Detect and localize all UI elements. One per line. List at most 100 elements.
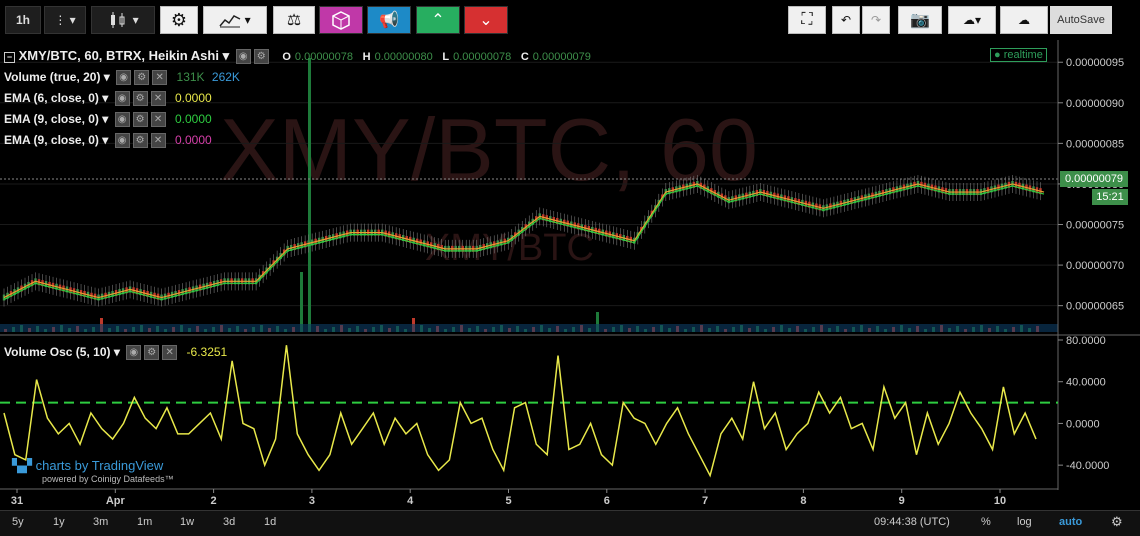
compare-button[interactable]: ⚖ — [273, 6, 315, 34]
undo-icon: ↶ — [840, 13, 852, 27]
eye-icon[interactable]: ◉ — [114, 112, 130, 128]
scale-icon: ⚖ — [286, 12, 302, 29]
fullscreen-icon: ⛶ — [801, 11, 813, 28]
range-1y[interactable]: 1y — [53, 516, 65, 528]
indicators-icon — [219, 15, 241, 28]
last-price-tag: 0.00000079 — [1060, 171, 1128, 187]
interval-dropdown[interactable]: ⋮ ▾ — [44, 6, 86, 34]
chevron-down-icon: ▾ — [244, 13, 251, 27]
chevron-down-icon: ▾ — [132, 13, 139, 27]
log-toggle[interactable]: log — [1017, 516, 1032, 528]
osc-tick-label: -40.0000 — [1066, 460, 1109, 472]
ohlc-l-value: 0.00000078 — [453, 51, 512, 63]
range-3d[interactable]: 3d — [223, 516, 235, 528]
arrow-down-icon: ⌄ — [479, 12, 493, 29]
ema1-title[interactable]: EMA (6, close, 0) — [4, 91, 99, 105]
symbol-legend: − XMY/BTC, 60, BTRX, Heikin Ashi ▾ ◉ ⚙ O0… — [4, 48, 591, 65]
gear-icon[interactable]: ⚙ — [134, 70, 150, 86]
osc-title[interactable]: Volume Osc (5, 10) — [4, 345, 110, 359]
close-icon[interactable]: ✕ — [150, 91, 166, 107]
indicators-button[interactable]: ▾ — [203, 6, 267, 34]
ohlc-c-value: 0.00000079 — [532, 51, 591, 63]
time-tick-label: 10 — [994, 495, 1006, 507]
buy-button[interactable]: ⌃ — [416, 6, 460, 34]
price-tick-label: 0.00000090 — [1066, 98, 1124, 110]
time-tick-label: 3 — [309, 495, 315, 507]
tradingview-branding[interactable]: ▚▞ charts by TradingView powered by Coin… — [12, 458, 174, 484]
volume-legend: Volume (true, 20) ▾ ◉ ⚙ ✕ 131K 262K — [4, 70, 240, 86]
gear-icon[interactable]: ⚙ — [253, 49, 269, 65]
close-icon[interactable]: ✕ — [150, 112, 166, 128]
range-1m[interactable]: 1m — [137, 516, 152, 528]
volume-bar — [300, 272, 303, 332]
ema3-title[interactable]: EMA (9, close, 0) — [4, 133, 99, 147]
autosave-button[interactable]: AutoSave — [1050, 6, 1112, 34]
announce-button[interactable]: 📢 — [367, 6, 411, 34]
close-icon[interactable]: ✕ — [150, 133, 166, 149]
arrow-up-icon: ⌃ — [431, 12, 445, 29]
range-3m[interactable]: 3m — [93, 516, 108, 528]
gear-icon[interactable]: ⚙ — [144, 345, 160, 361]
settings-button[interactable]: ⚙ — [160, 6, 198, 34]
chevron-down-icon: ▾ — [69, 13, 76, 27]
gear-icon[interactable]: ⚙ — [132, 112, 148, 128]
snapshot-button[interactable]: 📷 — [898, 6, 942, 34]
top-toolbar: 1h ⋮ ▾ ▾ ⚙ ▾ ⚖ 📢 ⌃ ⌄ ⛶ ↶ ↷ 📷 ☁▾ ☁ AutoSa… — [0, 0, 1140, 38]
time-tick-label: 2 — [211, 495, 217, 507]
osc-tick-label: 80.0000 — [1066, 335, 1106, 347]
fullscreen-button[interactable]: ⛶ — [788, 6, 826, 34]
percent-toggle[interactable]: % — [981, 516, 991, 528]
cube-icon — [332, 11, 350, 30]
interval-button[interactable]: 1h — [5, 6, 41, 34]
cloud-download-icon: ☁▾ — [962, 13, 982, 27]
time-tick-label: 5 — [505, 495, 511, 507]
gear-icon[interactable]: ⚙ — [132, 91, 148, 107]
volume-value-2: 262K — [211, 70, 240, 84]
gear-icon[interactable]: ⚙ — [1111, 514, 1123, 530]
volume-bar — [308, 58, 311, 332]
volume-value-1: 131K — [176, 70, 205, 84]
load-button[interactable]: ☁▾ — [948, 6, 996, 34]
close-icon[interactable]: ✕ — [162, 345, 178, 361]
ema2-title[interactable]: EMA (9, close, 0) — [4, 112, 99, 126]
time-tick-label: 31 — [11, 495, 23, 507]
realtime-badge: ● realtime — [990, 48, 1047, 62]
range-1d[interactable]: 1d — [264, 516, 276, 528]
tradingview-logo-icon: ▚▞ — [12, 458, 32, 473]
chart-canvas[interactable]: XMY/BTC, 60 XMY/BTC 0.000000950.00000090… — [0, 40, 1140, 510]
price-tick-label: 0.00000085 — [1066, 138, 1124, 150]
ohlc-h-label: H — [362, 51, 371, 63]
eye-icon[interactable]: ◉ — [114, 133, 130, 149]
ema1-value: 0.0000 — [174, 91, 212, 105]
auto-toggle[interactable]: auto — [1059, 516, 1082, 528]
realtime-label: realtime — [1003, 49, 1043, 61]
volume-title[interactable]: Volume (true, 20) — [4, 70, 100, 84]
close-icon[interactable]: ✕ — [152, 70, 168, 86]
undo-button[interactable]: ↶ — [832, 6, 860, 34]
eye-icon[interactable]: ◉ — [114, 91, 130, 107]
cube-button[interactable] — [319, 6, 363, 34]
ohlc-o-label: O — [282, 51, 291, 63]
chart-type-button[interactable]: ▾ — [91, 6, 155, 34]
price-tick-label: 0.00000095 — [1066, 57, 1124, 69]
time-tick-label: 6 — [604, 495, 610, 507]
gear-icon[interactable]: ⚙ — [132, 133, 148, 149]
sell-button[interactable]: ⌄ — [464, 6, 508, 34]
range-5y[interactable]: 5y — [12, 516, 24, 528]
symbol-title[interactable]: XMY/BTC, 60, BTRX, Heikin Ashi — [19, 48, 219, 63]
osc-value: -6.3251 — [186, 345, 228, 359]
save-button[interactable]: ☁ — [1000, 6, 1048, 34]
eye-icon[interactable]: ◉ — [235, 49, 251, 65]
osc-tick-label: 0.0000 — [1066, 418, 1100, 430]
ema2-legend: EMA (9, close, 0) ▾ ◉ ⚙ ✕ 0.0000 — [4, 112, 212, 128]
redo-button[interactable]: ↷ — [862, 6, 890, 34]
brand-line1: charts by TradingView — [35, 458, 164, 473]
eye-icon[interactable]: ◉ — [126, 345, 142, 361]
eye-icon[interactable]: ◉ — [116, 70, 132, 86]
collapse-icon[interactable]: − — [4, 52, 15, 63]
range-1w[interactable]: 1w — [180, 516, 194, 528]
price-tick-label: 0.00000065 — [1066, 301, 1124, 313]
candles-icon — [111, 12, 125, 28]
watermark-small: XMY/BTC — [425, 227, 594, 269]
bottom-bar: 5y 1y 3m 1m 1w 3d 1d 09:44:38 (UTC) % lo… — [0, 510, 1140, 536]
